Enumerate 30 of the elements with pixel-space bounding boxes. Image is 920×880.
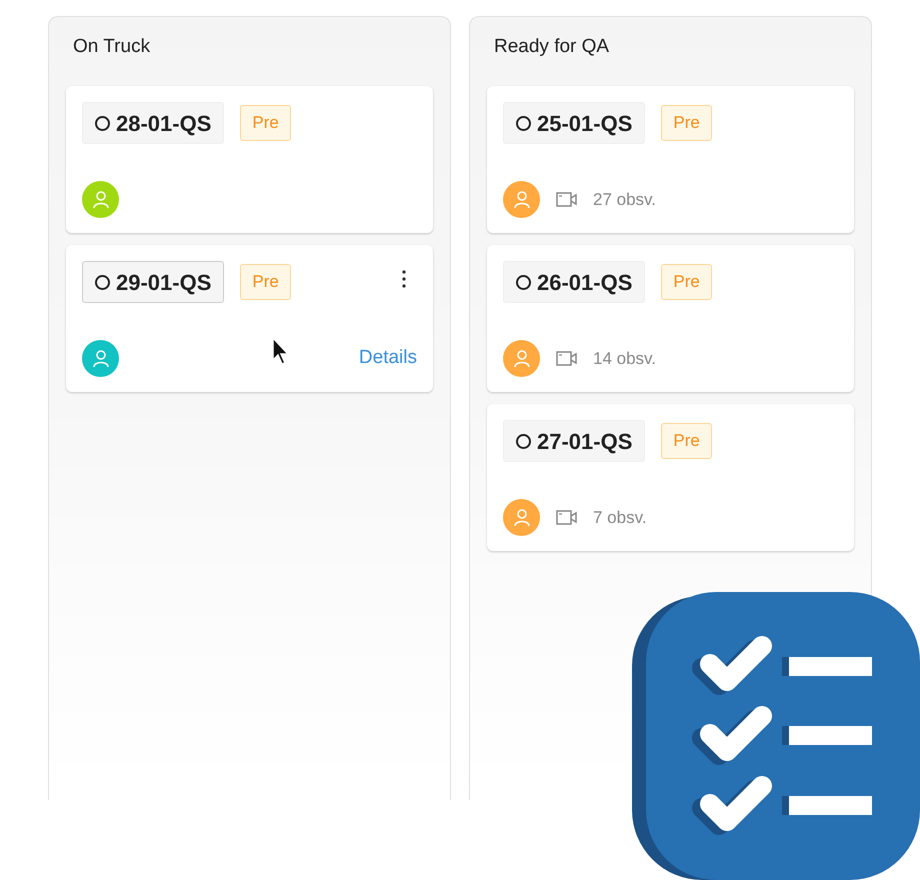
status-tag: Pre	[661, 423, 712, 459]
task-card[interactable]: 27-01-QS Pre 7 obsv.	[487, 404, 854, 551]
task-card[interactable]: 26-01-QS Pre 14 obsv.	[487, 245, 854, 392]
status-tag: Pre	[661, 264, 712, 300]
video-camera-icon	[556, 508, 577, 527]
user-icon	[92, 349, 110, 368]
video-camera-icon	[556, 349, 577, 368]
more-icon[interactable]	[401, 269, 407, 289]
user-icon	[512, 508, 530, 527]
column-title: On Truck	[72, 35, 152, 59]
task-code: 29-01-QS	[82, 261, 224, 303]
observation-count: 7 obsv.	[593, 506, 647, 529]
task-code: 28-01-QS	[82, 102, 224, 144]
task-code: 25-01-QS	[503, 102, 646, 144]
checklist-icon	[632, 592, 920, 880]
status-tag: Pre	[661, 105, 712, 141]
observation-count: 27 obsv.	[593, 188, 656, 211]
status-tag: Pre	[240, 105, 291, 141]
task-card[interactable]: 28-01-QS Pre	[66, 86, 433, 233]
task-code: 26-01-QS	[503, 261, 646, 303]
status-tag: Pre	[240, 264, 291, 300]
column-title: Ready for QA	[493, 35, 610, 59]
user-icon	[512, 349, 530, 368]
task-card[interactable]: 29-01-QS Pre Details	[66, 245, 433, 392]
observation-count: 14 obsv.	[593, 348, 656, 370]
user-icon	[92, 190, 110, 209]
user-icon	[512, 190, 530, 209]
video-camera-icon	[556, 190, 577, 209]
task-code: 27-01-QS	[503, 420, 646, 462]
task-card[interactable]: 25-01-QS Pre 27 obsv.	[487, 86, 854, 233]
